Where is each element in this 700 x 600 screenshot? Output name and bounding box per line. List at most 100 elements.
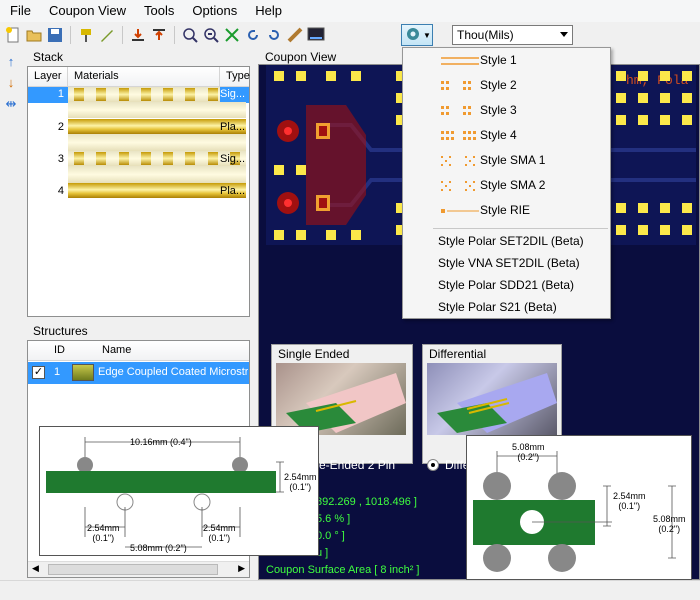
- menu-tools[interactable]: Tools: [135, 0, 183, 22]
- import-icon[interactable]: [129, 26, 147, 44]
- menu-bar: File Coupon View Tools Options Help: [0, 0, 700, 22]
- pcb-label: hm, Pola: [626, 73, 689, 88]
- menu-item-style-1[interactable]: Style 1: [403, 48, 610, 73]
- layer-down-icon[interactable]: ↓: [2, 74, 20, 92]
- copper-pad: [660, 115, 670, 125]
- menu-item-style-sma-1[interactable]: Style SMA 1: [403, 148, 610, 173]
- new-file-icon[interactable]: [4, 26, 22, 44]
- rotate-right-icon[interactable]: [265, 26, 283, 44]
- units-select[interactable]: Thou(Mils): [452, 25, 573, 45]
- dim-height-label: 2.54mm (0.1"): [284, 472, 317, 492]
- open-folder-icon[interactable]: [25, 26, 43, 44]
- ruler-icon[interactable]: [286, 26, 304, 44]
- pencil-icon[interactable]: [98, 26, 116, 44]
- chevron-down-icon: [560, 32, 568, 37]
- single-ended-footprint-diagram: 10.16mm (0.4") 2.54mm (0.1") 2.54mm (0.1")…: [39, 426, 319, 556]
- rotate-left-icon[interactable]: [244, 26, 262, 44]
- zoom-out-icon[interactable]: [202, 26, 220, 44]
- copper-pad: [616, 225, 626, 235]
- copper-pad: [660, 225, 670, 235]
- menu-options[interactable]: Options: [183, 0, 246, 22]
- coupon-style-button[interactable]: ▼: [401, 24, 433, 46]
- style-sma-2-icon: [441, 181, 475, 191]
- structure-row[interactable]: ✓ 1 Edge Coupled Coated Microstrip: [28, 362, 249, 384]
- col-layer: Layer: [28, 67, 68, 86]
- scroll-right-icon[interactable]: ▶: [238, 563, 245, 574]
- copper-pad: [274, 230, 284, 240]
- copper-pad: [274, 71, 284, 81]
- save-icon[interactable]: [46, 26, 64, 44]
- menu-coupon-view[interactable]: Coupon View: [40, 0, 135, 22]
- dim-left-spacing-label: 2.54mm (0.1"): [87, 523, 120, 543]
- toolbar-separator: [122, 26, 123, 44]
- export-icon[interactable]: [150, 26, 168, 44]
- menu-item-style-rie[interactable]: Style RIE: [403, 198, 610, 223]
- toolbar-separator: [174, 26, 175, 44]
- stack-row-4[interactable]: 4 Pla...: [28, 183, 249, 215]
- menu-item-style-sma-2[interactable]: Style SMA 2: [403, 173, 610, 198]
- single-ended-title: Single Ended: [278, 347, 350, 361]
- stack-row-3[interactable]: 3 Sig...: [28, 151, 249, 183]
- coupon-view-title: Coupon View: [265, 50, 337, 64]
- layer-up-icon[interactable]: ↑: [2, 53, 20, 71]
- stack-title: Stack: [33, 50, 64, 64]
- single-ended-caption: e-Ended 2 Pin: [319, 458, 396, 472]
- dim-diff-height-label: 5.08mm (0.2"): [653, 514, 686, 534]
- copper-pad: [616, 115, 626, 125]
- stack-row-1[interactable]: 1 Sig...: [28, 87, 249, 119]
- copper-pad: [660, 93, 670, 103]
- copper-pad: [660, 71, 670, 81]
- menu-item-style-2[interactable]: Style 2: [403, 73, 610, 98]
- copper-pad: [682, 115, 692, 125]
- style-4-icon: [441, 131, 476, 140]
- structure-checkbox[interactable]: ✓: [32, 366, 45, 379]
- coupon-style-menu: Style 1 Style 2 Style 3 Style 4 Style SM…: [402, 47, 611, 319]
- scroll-thumb[interactable]: [48, 564, 218, 575]
- menu-help[interactable]: Help: [246, 0, 291, 22]
- structures-header: ID Name: [28, 341, 249, 361]
- differential-radio[interactable]: [427, 459, 439, 471]
- copper-pad: [638, 203, 648, 213]
- differential-title: Differential: [429, 347, 487, 361]
- fit-icon[interactable]: [223, 26, 241, 44]
- structures-title: Structures: [33, 324, 88, 338]
- style-1-icon: [441, 57, 479, 65]
- copper-pad: [660, 203, 670, 213]
- zoom-in-icon[interactable]: [181, 26, 199, 44]
- copper-pad: [638, 115, 648, 125]
- copper-pad: [326, 230, 336, 240]
- status-bar: [0, 580, 700, 600]
- scroll-left-icon[interactable]: ◀: [32, 563, 39, 574]
- stack-header: Layer Materials Type: [28, 67, 250, 87]
- menu-item-polar-s21[interactable]: Style Polar S21 (Beta): [403, 295, 610, 320]
- stack-row-2[interactable]: 2 Pla...: [28, 119, 249, 151]
- copper-pad: [274, 165, 284, 175]
- dim-diff-offset-label: 2.54mm (0.1"): [613, 491, 646, 511]
- copper-pad: [682, 93, 692, 103]
- style-3-icon: [441, 106, 471, 115]
- horizontal-scrollbar[interactable]: ◀ ▶: [28, 561, 249, 577]
- single-ended-probe-image: [276, 363, 406, 435]
- copper-pad: [296, 230, 306, 240]
- dim-center-spacing-label: 5.08mm (0.2"): [130, 543, 187, 553]
- probe-icon[interactable]: [77, 26, 95, 44]
- monitor-icon[interactable]: [307, 26, 325, 44]
- left-toolbar: ↑ ↓ ⇹: [0, 50, 22, 580]
- dim-pitch-label: 10.16mm (0.4"): [130, 437, 192, 447]
- menu-file[interactable]: File: [0, 0, 40, 22]
- col-materials: Materials: [68, 67, 220, 86]
- col-id: ID: [54, 344, 65, 356]
- toolbar: ▼ Thou(Mils): [0, 23, 700, 47]
- menu-item-style-3[interactable]: Style 3: [403, 98, 610, 123]
- readout-surface-area: Coupon Surface Area [ 8 inch² ]: [266, 564, 420, 576]
- split-icon[interactable]: ⇹: [2, 95, 20, 113]
- gear-icon: [405, 26, 421, 45]
- copper-pad: [682, 71, 692, 81]
- style-2-icon: [441, 81, 471, 90]
- menu-item-style-4[interactable]: Style 4: [403, 123, 610, 148]
- col-name: Name: [102, 344, 132, 356]
- stack-table: Layer Materials Type 1 Sig... 2 Pla... 3…: [27, 66, 250, 317]
- differential-probe-image: [427, 363, 557, 435]
- copper-pad: [638, 93, 648, 103]
- copper-pad: [296, 71, 306, 81]
